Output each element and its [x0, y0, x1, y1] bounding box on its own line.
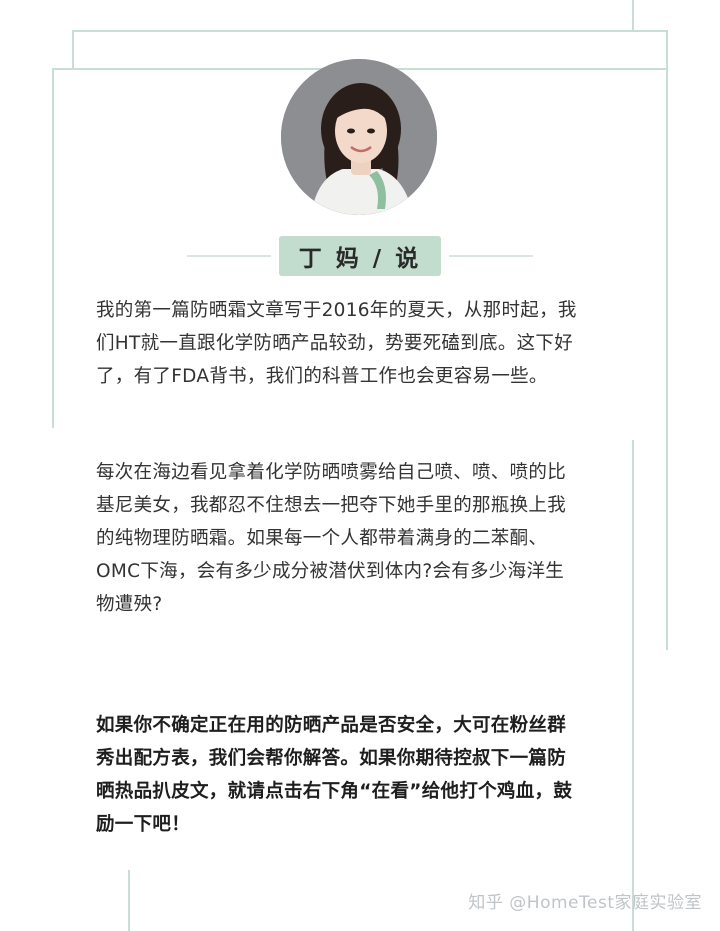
paragraph-line: 物遭殃?: [96, 594, 163, 615]
paragraph-line: 如果你不确定正在用的防晒产品是否安全，大可在粉丝群: [96, 715, 567, 736]
frame-line-top: [72, 30, 668, 32]
author-title-row: 丁 妈 / 说: [0, 236, 720, 276]
paragraph-2: 每次在海边看见拿着化学防晒喷雾给自己喷、喷、喷的比 基尼美女，我都忍不住想去一把…: [96, 456, 636, 621]
title-divider-right: [449, 255, 533, 257]
paragraph-line: 了，有了FDA背书，我们的科普工作也会更容易一些。: [96, 366, 548, 387]
author-title-badge: 丁 妈 / 说: [279, 236, 441, 276]
frame-line-left-upper: [72, 30, 74, 70]
frame-line-right-top-stub: [632, 0, 634, 32]
paragraph-line: 励一下吧！: [96, 814, 191, 835]
frame-line-right: [666, 30, 668, 650]
paragraph-line: 我的第一篇防晒霜文章写于2016年的夏天，从那时起，我: [96, 300, 577, 321]
avatar-portrait-icon: [281, 59, 437, 215]
title-divider-left: [187, 255, 271, 257]
paragraph-line: 秀出配方表，我们会帮你解答。如果你期待控叔下一篇防: [96, 748, 567, 769]
author-avatar: [281, 59, 437, 215]
frame-line-bottom-left: [128, 870, 130, 931]
paragraph-line: 晒热品扒皮文，就请点击右下角“在看”给他打个鸡血，鼓: [96, 781, 573, 802]
paragraph-line: 基尼美女，我都忍不住想去一把夺下她手里的那瓶换上我: [96, 495, 567, 516]
paragraph-1: 我的第一篇防晒霜文章写于2016年的夏天，从那时起，我 们HT就一直跟化学防晒产…: [96, 294, 636, 393]
paragraph-line: OMC下海，会有多少成分被潜伏到体内?会有多少海洋生: [96, 561, 565, 582]
paragraph-line: 每次在海边看见拿着化学防晒喷雾给自己喷、喷、喷的比: [96, 462, 567, 483]
paragraph-line: 们HT就一直跟化学防晒产品较劲，势要死磕到底。这下好: [96, 333, 574, 354]
zhihu-watermark: 知乎 @HomeTest家庭实验室: [468, 893, 702, 913]
paragraph-3-callout: 如果你不确定正在用的防晒产品是否安全，大可在粉丝群 秀出配方表，我们会帮你解答。…: [96, 709, 636, 841]
paragraph-line: 的纯物理防晒霜。如果每一个人都带着满身的二苯酮、: [96, 528, 548, 549]
